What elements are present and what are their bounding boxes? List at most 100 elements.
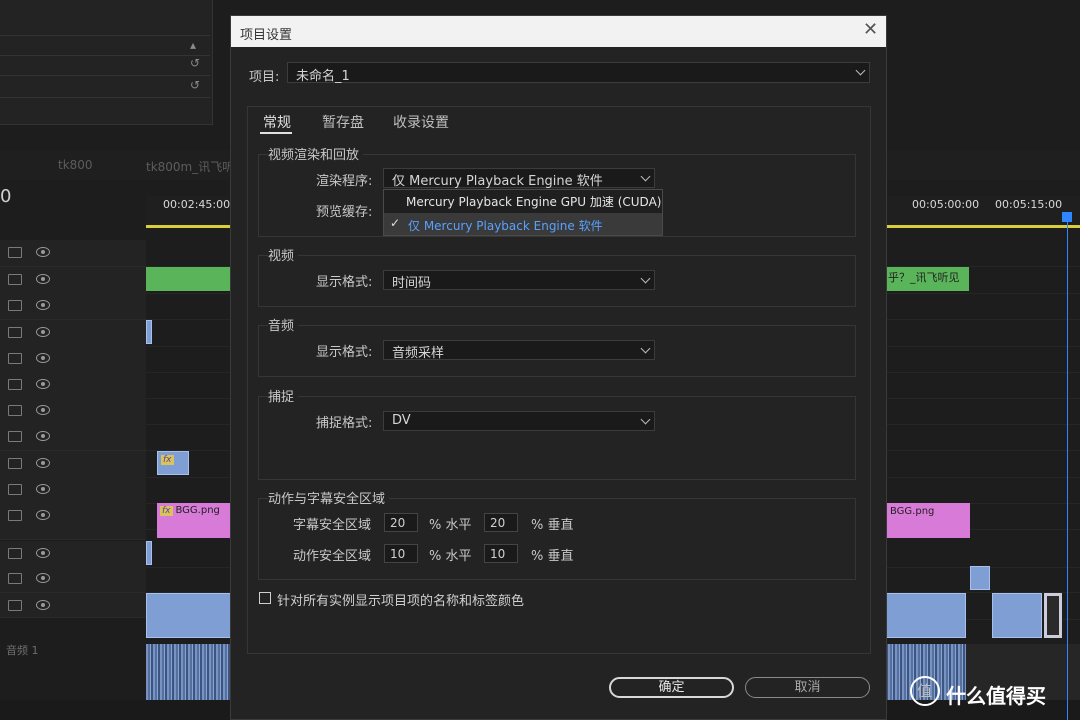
eye-icon[interactable] <box>36 484 50 494</box>
caption-clip[interactable]: 乎？_讯飞听见 <box>886 267 969 291</box>
image-clip[interactable]: fx BGG.png <box>157 503 232 538</box>
track-toggle-icon[interactable] <box>8 573 22 584</box>
track-toggle-icon[interactable] <box>8 458 22 469</box>
dialog-titlebar[interactable]: 项目设置 ✕ <box>231 16 886 47</box>
track-toggle-icon[interactable] <box>8 274 22 285</box>
title-safe-horizontal-input[interactable]: 20 <box>384 513 418 532</box>
preview-cache-label: 预览缓存: <box>316 205 373 220</box>
track-header <box>0 293 146 320</box>
clip-name: BGG.png <box>175 505 220 516</box>
dialog-title: 项目设置 <box>240 28 293 43</box>
audio-display-format-label: 显示格式: <box>316 345 373 360</box>
chevron-down-icon <box>640 171 651 182</box>
fx-badge: fx <box>160 506 173 516</box>
eye-icon[interactable] <box>36 300 50 310</box>
renderer-value: 仅 Mercury Playback Engine 软件 <box>392 174 603 189</box>
reset-icon[interactable]: ↺ <box>190 56 200 70</box>
video-clip[interactable] <box>992 593 1042 638</box>
eye-icon[interactable] <box>36 548 50 558</box>
track-header <box>0 424 146 451</box>
eye-icon[interactable] <box>36 573 50 583</box>
video-clip[interactable]: fx <box>157 451 189 475</box>
video-clip[interactable] <box>1044 593 1062 638</box>
track-toggle-icon[interactable] <box>8 379 22 390</box>
eye-icon[interactable] <box>36 274 50 284</box>
eye-icon[interactable] <box>36 379 50 389</box>
track-toggle-icon[interactable] <box>8 431 22 442</box>
image-clip[interactable]: BGG.png <box>886 503 970 538</box>
top-left-panel: ▴ ↺ ↺ <box>0 0 213 125</box>
renderer-option-software[interactable]: ✓ 仅 Mercury Playback Engine 软件 <box>384 213 662 235</box>
track-header <box>0 477 146 504</box>
show-names-checkbox[interactable] <box>259 592 271 604</box>
track-toggle-icon[interactable] <box>8 405 22 416</box>
panel-divider <box>0 75 210 76</box>
chevron-down-icon <box>640 343 651 354</box>
video-clip[interactable] <box>970 566 990 590</box>
horizontal-unit-label: % 水平 <box>429 549 472 564</box>
cancel-button[interactable]: 取消 <box>745 677 870 698</box>
action-safe-label: 动作安全区域 <box>293 549 372 564</box>
track-header <box>0 320 146 347</box>
track-header <box>0 267 146 294</box>
track-toggle-icon[interactable] <box>8 300 22 311</box>
playhead-line[interactable] <box>1067 212 1068 720</box>
eye-icon[interactable] <box>36 600 50 610</box>
project-settings-dialog: 项目设置 ✕ 项目: 未命名_1 常规 暂存盘 收录设置 视频渲染和回放 渲染程… <box>230 15 887 720</box>
eye-icon[interactable] <box>36 405 50 415</box>
track-header <box>0 541 146 568</box>
eye-icon[interactable] <box>36 458 50 468</box>
eye-icon[interactable] <box>36 353 50 363</box>
video-display-format-value: 时间码 <box>392 276 432 291</box>
eye-icon[interactable] <box>36 327 50 337</box>
renderer-option-gpu[interactable]: Mercury Playback Engine GPU 加速 (CUDA) <box>384 191 662 211</box>
track-toggle-icon[interactable] <box>8 247 22 258</box>
ruler-tick-label: 00:05:15:00 <box>995 198 1063 211</box>
track-header <box>0 593 146 618</box>
tab-general[interactable]: 常规 <box>263 112 291 132</box>
scroll-up-icon[interactable]: ▴ <box>190 38 196 52</box>
title-safe-label: 字幕安全区域 <box>293 518 372 533</box>
chevron-down-icon <box>855 65 866 76</box>
checkmark-icon: ✓ <box>390 216 401 230</box>
track-toggle-icon[interactable] <box>8 484 22 495</box>
track-toggle-icon[interactable] <box>8 600 22 611</box>
track-toggle-icon[interactable] <box>8 510 22 521</box>
vertical-unit-label: % 垂直 <box>531 549 574 564</box>
action-safe-vertical-input[interactable]: 10 <box>484 544 518 563</box>
group-title: 视频 <box>268 245 299 264</box>
timecode-display[interactable]: 0 <box>0 186 11 207</box>
tab-scratch-disks[interactable]: 暂存盘 <box>322 112 364 132</box>
sequence-tab[interactable]: tk800m_讯飞听 <box>146 158 234 175</box>
track-toggle-icon[interactable] <box>8 327 22 338</box>
eye-icon[interactable] <box>36 431 50 441</box>
capture-format-select[interactable]: DV <box>383 411 655 431</box>
group-title: 捕捉 <box>268 386 299 405</box>
audio-display-format-select[interactable]: 音频采样 <box>383 340 655 361</box>
video-clip[interactable] <box>146 593 232 638</box>
renderer-select[interactable]: 仅 Mercury Playback Engine 软件 <box>383 168 655 189</box>
video-display-format-select[interactable]: 时间码 <box>383 270 655 291</box>
project-label: 项目: <box>249 70 280 85</box>
video-clip[interactable] <box>146 541 152 565</box>
track-toggle-icon[interactable] <box>8 353 22 364</box>
group-title: 动作与字幕安全区域 <box>268 488 390 507</box>
playhead-handle[interactable] <box>1062 212 1072 222</box>
sequence-tab[interactable]: tk800 <box>58 158 93 172</box>
close-icon[interactable]: ✕ <box>863 21 878 39</box>
video-clip[interactable] <box>886 593 966 638</box>
ok-button[interactable]: 确定 <box>609 677 734 698</box>
caption-clip[interactable] <box>146 267 232 291</box>
tab-ingest-settings[interactable]: 收录设置 <box>393 112 449 132</box>
video-clip[interactable] <box>146 320 152 344</box>
track-toggle-icon[interactable] <box>8 548 22 559</box>
show-names-label[interactable]: 针对所有实例显示项目项的名称和标签颜色 <box>277 590 524 609</box>
action-safe-horizontal-input[interactable]: 10 <box>384 544 418 563</box>
option-label: Mercury Playback Engine GPU 加速 (CUDA) <box>406 195 662 209</box>
group-title: 音频 <box>268 315 299 334</box>
eye-icon[interactable] <box>36 247 50 257</box>
title-safe-vertical-input[interactable]: 20 <box>484 513 518 532</box>
reset-icon[interactable]: ↺ <box>190 78 200 92</box>
eye-icon[interactable] <box>36 510 50 520</box>
project-select[interactable]: 未命名_1 <box>287 62 870 84</box>
